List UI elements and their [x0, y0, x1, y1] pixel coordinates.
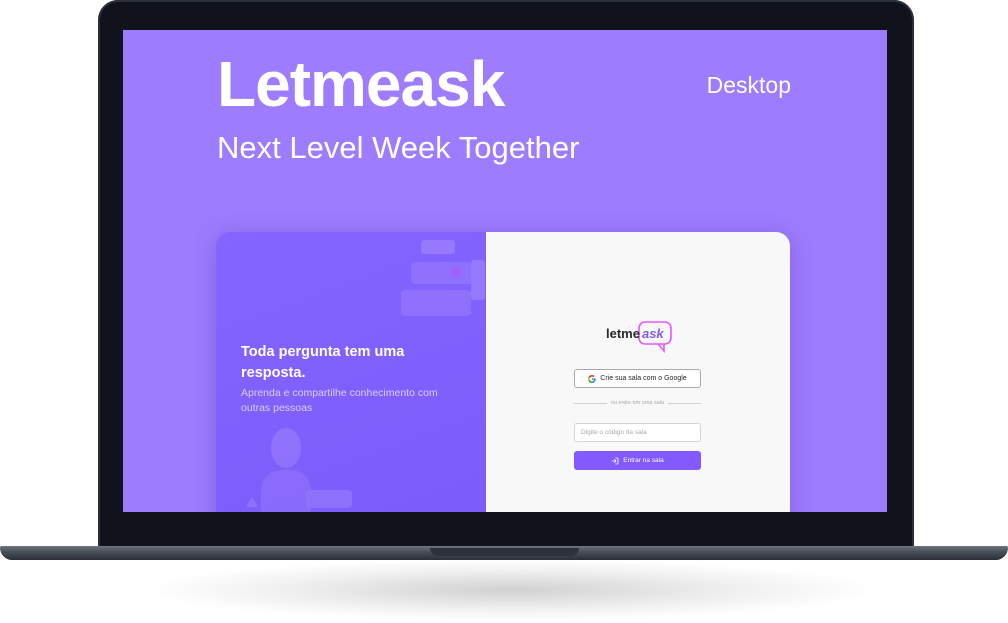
- create-room-google-button[interactable]: Crie sua sala com o Google: [574, 369, 701, 388]
- platform-label: Desktop: [706, 72, 791, 98]
- logo-text-letme: letme: [606, 326, 640, 341]
- separator-label: ou entre em uma sala: [610, 400, 665, 406]
- hero-subtitle: Next Level Week Together: [217, 130, 580, 165]
- login-icon: [611, 457, 619, 464]
- laptop-screen: Letmeask Next Level Week Together Deskto…: [123, 30, 887, 512]
- separator-line-right: [668, 402, 702, 404]
- laptop-notch: [430, 548, 579, 556]
- app-preview: Toda pergunta tem uma resposta. Aprenda …: [216, 232, 790, 512]
- letmeask-logo: letme ask: [606, 320, 678, 354]
- separator: ou entre em uma sala: [574, 400, 702, 406]
- logo-text: letme ask: [606, 326, 664, 341]
- aside-description: Aprenda e compartilhe conhecimento com o…: [241, 387, 438, 415]
- separator-line-left: [574, 402, 607, 404]
- enter-room-button[interactable]: Entrar na sala: [574, 451, 701, 470]
- hero-title: Letmeask: [217, 48, 505, 120]
- logo-text-ask: ask: [641, 326, 664, 341]
- laptop-shadow: [150, 560, 870, 620]
- app-aside: Toda pergunta tem uma resposta. Aprenda …: [216, 232, 486, 512]
- enter-button-label: Entrar na sala: [623, 457, 664, 464]
- aside-heading: Toda pergunta tem uma resposta.: [241, 344, 405, 382]
- room-code-input[interactable]: [574, 423, 701, 442]
- google-button-label: Crie sua sala com o Google: [600, 375, 687, 382]
- google-icon: [588, 374, 597, 383]
- app-main: letme ask Crie sua sala com o Google ou e…: [486, 232, 790, 512]
